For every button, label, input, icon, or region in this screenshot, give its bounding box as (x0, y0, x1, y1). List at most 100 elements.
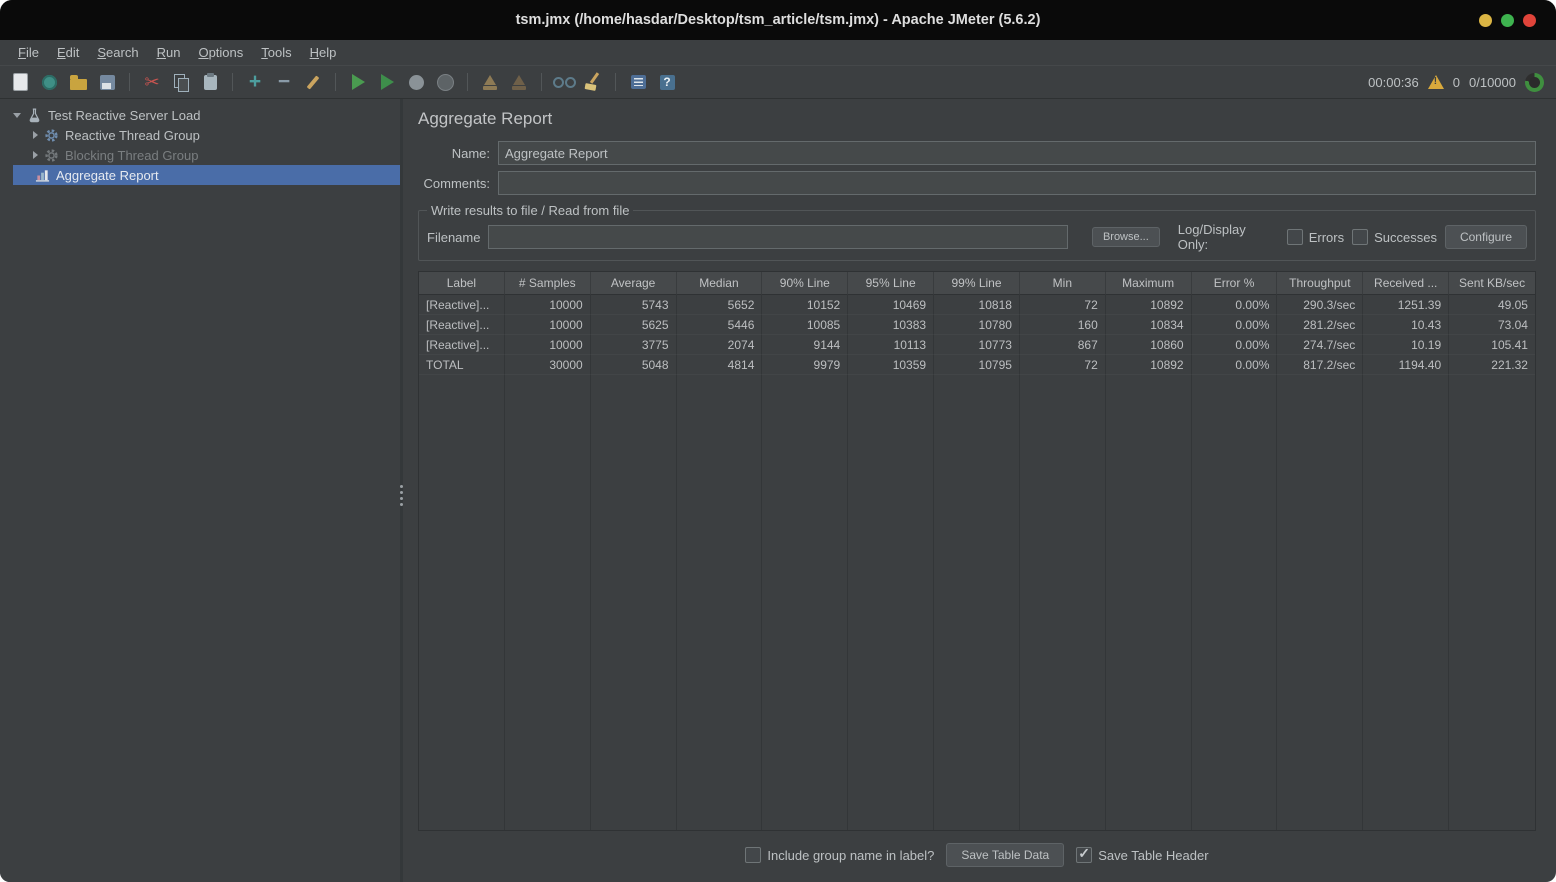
save-icon[interactable] (95, 70, 119, 94)
new-icon[interactable] (8, 70, 32, 94)
function-helper-icon[interactable] (626, 70, 650, 94)
column-header-received[interactable]: Received ... (1363, 272, 1449, 295)
tree-item-reactive-thread-group[interactable]: Reactive Thread Group (0, 125, 400, 145)
table-cell: 9979 (762, 355, 848, 375)
write-results-section: Write results to file / Read from file F… (418, 203, 1536, 261)
column-header-average[interactable]: Average (591, 272, 677, 295)
filename-input[interactable] (488, 225, 1067, 249)
chevron-right-icon[interactable] (33, 131, 38, 139)
toolbar: 00:00:36 0 0/10000 (0, 66, 1556, 99)
help-icon[interactable] (655, 70, 679, 94)
search-icon[interactable] (552, 70, 576, 94)
open-icon[interactable] (66, 70, 90, 94)
warning-icon[interactable] (1428, 75, 1444, 89)
titlebar[interactable]: tsm.jmx (/home/hasdar/Desktop/tsm_articl… (0, 0, 1556, 40)
table-cell: 10359 (848, 355, 934, 375)
save-table-data-button[interactable]: Save Table Data (946, 843, 1064, 867)
column-header-error[interactable]: Error % (1192, 272, 1278, 295)
column-header-90-line[interactable]: 90% Line (762, 272, 848, 295)
table-cell: 72 (1020, 295, 1106, 315)
tree-item-label: Reactive Thread Group (65, 128, 200, 143)
table-cell: 10818 (934, 295, 1020, 315)
comments-input[interactable] (498, 171, 1536, 195)
copy-icon[interactable] (169, 70, 193, 94)
table-filler-cell (505, 375, 591, 830)
menu-edit[interactable]: Edit (48, 43, 88, 62)
configure-button[interactable]: Configure (1445, 225, 1527, 249)
jmeter-window: tsm.jmx (/home/hasdar/Desktop/tsm_articl… (0, 0, 1556, 882)
aggregate-table: Label# SamplesAverageMedian90% Line95% L… (418, 271, 1536, 831)
table-cell: 72 (1020, 355, 1106, 375)
column-header-99-line[interactable]: 99% Line (934, 272, 1020, 295)
column-header-median[interactable]: Median (677, 272, 763, 295)
start-no-pauses-icon[interactable] (375, 70, 399, 94)
table-filler-cell (419, 375, 505, 830)
chevron-down-icon[interactable] (13, 113, 21, 118)
panel-splitter[interactable] (400, 99, 403, 882)
toolbar-icon-groups (8, 70, 679, 94)
column-header-sent-kb-sec[interactable]: Sent KB/sec (1449, 272, 1535, 295)
column-header-label[interactable]: Label (419, 272, 505, 295)
column-header-throughput[interactable]: Throughput (1277, 272, 1363, 295)
minimize-button[interactable] (1479, 14, 1492, 27)
column-header-95-line[interactable]: 95% Line (848, 272, 934, 295)
table-cell: 3775 (591, 335, 677, 355)
include-group-name-checkbox[interactable] (745, 847, 761, 863)
toolbar-separator (541, 73, 542, 91)
errors-checkbox[interactable] (1287, 229, 1303, 245)
table-cell: 105.41 (1449, 335, 1535, 355)
stop-icon[interactable] (404, 70, 428, 94)
menu-file[interactable]: File (9, 43, 48, 62)
browse-button[interactable]: Browse... (1092, 227, 1160, 247)
table-cell: 10000 (505, 295, 591, 315)
maximize-button[interactable] (1501, 14, 1514, 27)
tree-item-blocking-thread-group[interactable]: Blocking Thread Group (0, 145, 400, 165)
test-plan-tree: Test Reactive Server Load Reactive Threa… (0, 99, 400, 882)
edit-icon[interactable] (301, 70, 325, 94)
remote-start-icon[interactable] (478, 70, 502, 94)
table-cell: 221.32 (1449, 355, 1535, 375)
remote-stop-icon[interactable] (507, 70, 531, 94)
chevron-right-icon[interactable] (33, 151, 38, 159)
table-cell: [Reactive]... (419, 315, 505, 335)
add-icon[interactable] (243, 70, 267, 94)
menu-run[interactable]: Run (148, 43, 190, 62)
template-icon[interactable] (37, 70, 61, 94)
test-running-indicator-icon[interactable] (1525, 73, 1544, 92)
table-filler-cell (848, 375, 934, 830)
column-header-maximum[interactable]: Maximum (1106, 272, 1192, 295)
menu-help[interactable]: Help (301, 43, 346, 62)
error-count: 0 (1453, 75, 1460, 90)
menu-options[interactable]: Options (189, 43, 252, 62)
comments-row: Comments: (418, 171, 1536, 195)
window-controls (1479, 0, 1536, 40)
name-input[interactable] (498, 141, 1536, 165)
table-cell: 10383 (848, 315, 934, 335)
tree-item-aggregate-report[interactable]: Aggregate Report (13, 165, 400, 185)
save-table-header-checkbox[interactable] (1076, 847, 1092, 863)
tree-item-test-plan[interactable]: Test Reactive Server Load (0, 105, 400, 125)
paste-icon[interactable] (198, 70, 222, 94)
remove-icon[interactable] (272, 70, 296, 94)
start-icon[interactable] (346, 70, 370, 94)
include-group-checkbox-wrap: Include group name in label? (745, 847, 934, 863)
thread-group-disabled-icon (44, 148, 59, 163)
table-cell: 160 (1020, 315, 1106, 335)
table-filler-cell (1192, 375, 1278, 830)
shutdown-icon[interactable] (433, 70, 457, 94)
clear-icon[interactable] (581, 70, 605, 94)
table-filler-cell (1363, 375, 1449, 830)
close-button[interactable] (1523, 14, 1536, 27)
menu-tools[interactable]: Tools (252, 43, 300, 62)
table-cell: 5743 (591, 295, 677, 315)
table-cell: 2074 (677, 335, 763, 355)
menu-search[interactable]: Search (88, 43, 147, 62)
successes-checkbox[interactable] (1352, 229, 1368, 245)
table-cell: 817.2/sec (1277, 355, 1363, 375)
column-header-min[interactable]: Min (1020, 272, 1106, 295)
column-header-samples[interactable]: # Samples (505, 272, 591, 295)
filename-label: Filename (427, 230, 480, 245)
cut-icon[interactable] (140, 70, 164, 94)
main-panel: Aggregate Report Name: Comments: Write r… (403, 99, 1556, 882)
table-cell: 1194.40 (1363, 355, 1449, 375)
